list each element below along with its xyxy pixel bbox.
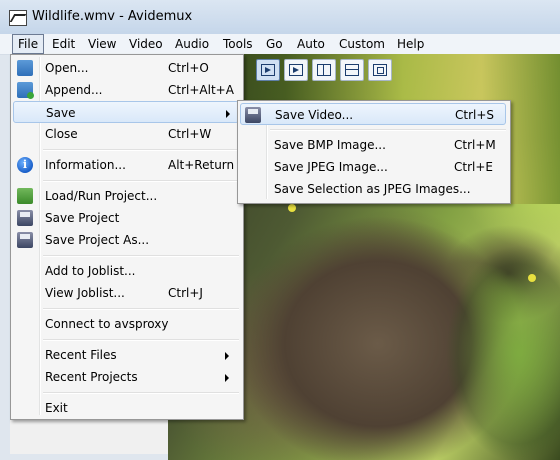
menu-item-append[interactable]: Append... Ctrl+Alt+A xyxy=(13,79,239,101)
load-project-icon xyxy=(17,188,33,204)
menu-item-label: View Joblist... xyxy=(45,286,125,300)
menu-bar: File Edit View Video Audio Tools Go Auto… xyxy=(0,34,560,55)
menu-item-add-to-joblist[interactable]: Add to Joblist... xyxy=(13,260,239,282)
menu-item-load-project[interactable]: Load/Run Project... xyxy=(13,185,239,207)
menu-item-label: Save Project As... xyxy=(45,233,150,247)
avidemux-app-icon xyxy=(9,10,27,26)
menu-item-connect-avsproxy[interactable]: Connect to avsproxy xyxy=(13,313,239,335)
toolbar-output-button[interactable] xyxy=(284,59,308,81)
menu-item-shortcut: Alt+Return xyxy=(168,158,235,172)
menu-auto[interactable]: Auto xyxy=(292,35,330,53)
video-grass xyxy=(418,234,560,460)
menu-item-label: Save Selection as JPEG Images... xyxy=(274,182,471,196)
save-project-icon xyxy=(17,210,33,226)
menu-edit[interactable]: Edit xyxy=(47,35,80,53)
menu-item-exit[interactable]: Exit xyxy=(13,397,239,419)
menu-item-shortcut: Ctrl+J xyxy=(168,286,203,300)
toolbar-top-bottom-button[interactable] xyxy=(340,59,364,81)
menu-item-label: Connect to avsproxy xyxy=(45,317,169,331)
toolbar xyxy=(252,57,402,83)
menu-separator xyxy=(43,392,239,394)
menu-item-label: Open... xyxy=(45,61,89,75)
menu-separator xyxy=(43,308,239,310)
save-video-icon xyxy=(245,107,261,123)
preview-arrow-icon xyxy=(261,64,275,76)
menu-item-label: Save Video... xyxy=(275,108,354,122)
menu-item-save-video[interactable]: Save Video... Ctrl+S xyxy=(240,103,506,125)
menu-help[interactable]: Help xyxy=(392,35,429,53)
menu-audio[interactable]: Audio xyxy=(170,35,214,53)
open-folder-icon xyxy=(17,60,33,76)
toolbar-zoom-button[interactable] xyxy=(368,59,392,81)
append-icon xyxy=(17,82,34,99)
menu-separator xyxy=(43,149,239,151)
menu-go[interactable]: Go xyxy=(261,35,288,53)
submenu-arrow-icon xyxy=(225,374,229,382)
menu-item-shortcut: Ctrl+Alt+A xyxy=(168,83,234,97)
menu-item-save-project-as[interactable]: Save Project As... xyxy=(13,229,239,251)
menu-item-recent-files[interactable]: Recent Files xyxy=(13,344,239,366)
output-arrow-icon xyxy=(289,64,303,76)
menu-item-recent-projects[interactable]: Recent Projects xyxy=(13,366,239,388)
menu-file[interactable]: File xyxy=(12,34,45,54)
menu-item-open[interactable]: Open... Ctrl+O xyxy=(13,57,239,79)
menu-video[interactable]: Video xyxy=(124,35,168,53)
menu-item-label: Append... xyxy=(45,83,103,97)
menu-item-label: Recent Projects xyxy=(45,370,138,384)
menu-item-label: Add to Joblist... xyxy=(45,264,136,278)
menu-item-view-joblist[interactable]: View Joblist... Ctrl+J xyxy=(13,282,239,304)
menu-item-save-jpeg[interactable]: Save JPEG Image... Ctrl+E xyxy=(240,156,506,178)
menu-item-label: Save BMP Image... xyxy=(274,138,386,152)
window-title: Wildlife.wmv - Avidemux xyxy=(32,9,193,24)
menu-item-shortcut: Ctrl+E xyxy=(454,160,493,174)
menu-item-information[interactable]: i Information... Alt+Return xyxy=(13,154,239,176)
info-icon: i xyxy=(17,157,33,173)
video-flower xyxy=(288,204,296,212)
save-project-as-icon xyxy=(17,232,33,248)
submenu-arrow-icon xyxy=(225,352,229,360)
side-by-side-icon xyxy=(317,64,331,76)
menu-separator xyxy=(270,129,506,131)
menu-item-save-bmp[interactable]: Save BMP Image... Ctrl+M xyxy=(240,134,506,156)
menu-separator xyxy=(43,339,239,341)
menu-item-label: Information... xyxy=(45,158,126,172)
toolbar-preview-button[interactable] xyxy=(256,59,280,81)
menu-item-shortcut: Ctrl+M xyxy=(454,138,496,152)
menu-item-label: Exit xyxy=(45,401,68,415)
toolbar-side-by-side-button[interactable] xyxy=(312,59,336,81)
menu-item-label: Save JPEG Image... xyxy=(274,160,388,174)
menu-item-shortcut: Ctrl+O xyxy=(168,61,209,75)
menu-custom[interactable]: Custom xyxy=(334,35,390,53)
menu-separator xyxy=(43,255,239,257)
menu-tools[interactable]: Tools xyxy=(218,35,258,53)
save-submenu-dropdown: Save Video... Ctrl+S Save BMP Image... C… xyxy=(237,100,511,204)
video-flower xyxy=(528,274,536,282)
file-menu-dropdown: Open... Ctrl+O Append... Ctrl+Alt+A Save… xyxy=(10,54,244,420)
menu-item-label: Recent Files xyxy=(45,348,117,362)
menu-item-save-selection-jpeg[interactable]: Save Selection as JPEG Images... xyxy=(240,178,506,200)
menu-item-shortcut: Ctrl+W xyxy=(168,127,212,141)
menu-view[interactable]: View xyxy=(83,35,121,53)
submenu-arrow-icon xyxy=(226,110,230,118)
menu-item-save[interactable]: Save xyxy=(13,101,239,123)
menu-separator xyxy=(43,180,239,182)
menu-item-shortcut: Ctrl+S xyxy=(455,108,495,122)
top-bottom-icon xyxy=(345,64,359,76)
menu-item-close[interactable]: Close Ctrl+W xyxy=(13,123,239,145)
menu-item-label: Load/Run Project... xyxy=(45,189,158,203)
menu-item-save-project[interactable]: Save Project xyxy=(13,207,239,229)
menu-item-label: Save xyxy=(46,106,76,120)
menu-item-label: Save Project xyxy=(45,211,120,225)
menu-item-label: Close xyxy=(45,127,78,141)
title-bar: Wildlife.wmv - Avidemux xyxy=(0,0,560,35)
zoom-frame-icon xyxy=(373,64,387,76)
